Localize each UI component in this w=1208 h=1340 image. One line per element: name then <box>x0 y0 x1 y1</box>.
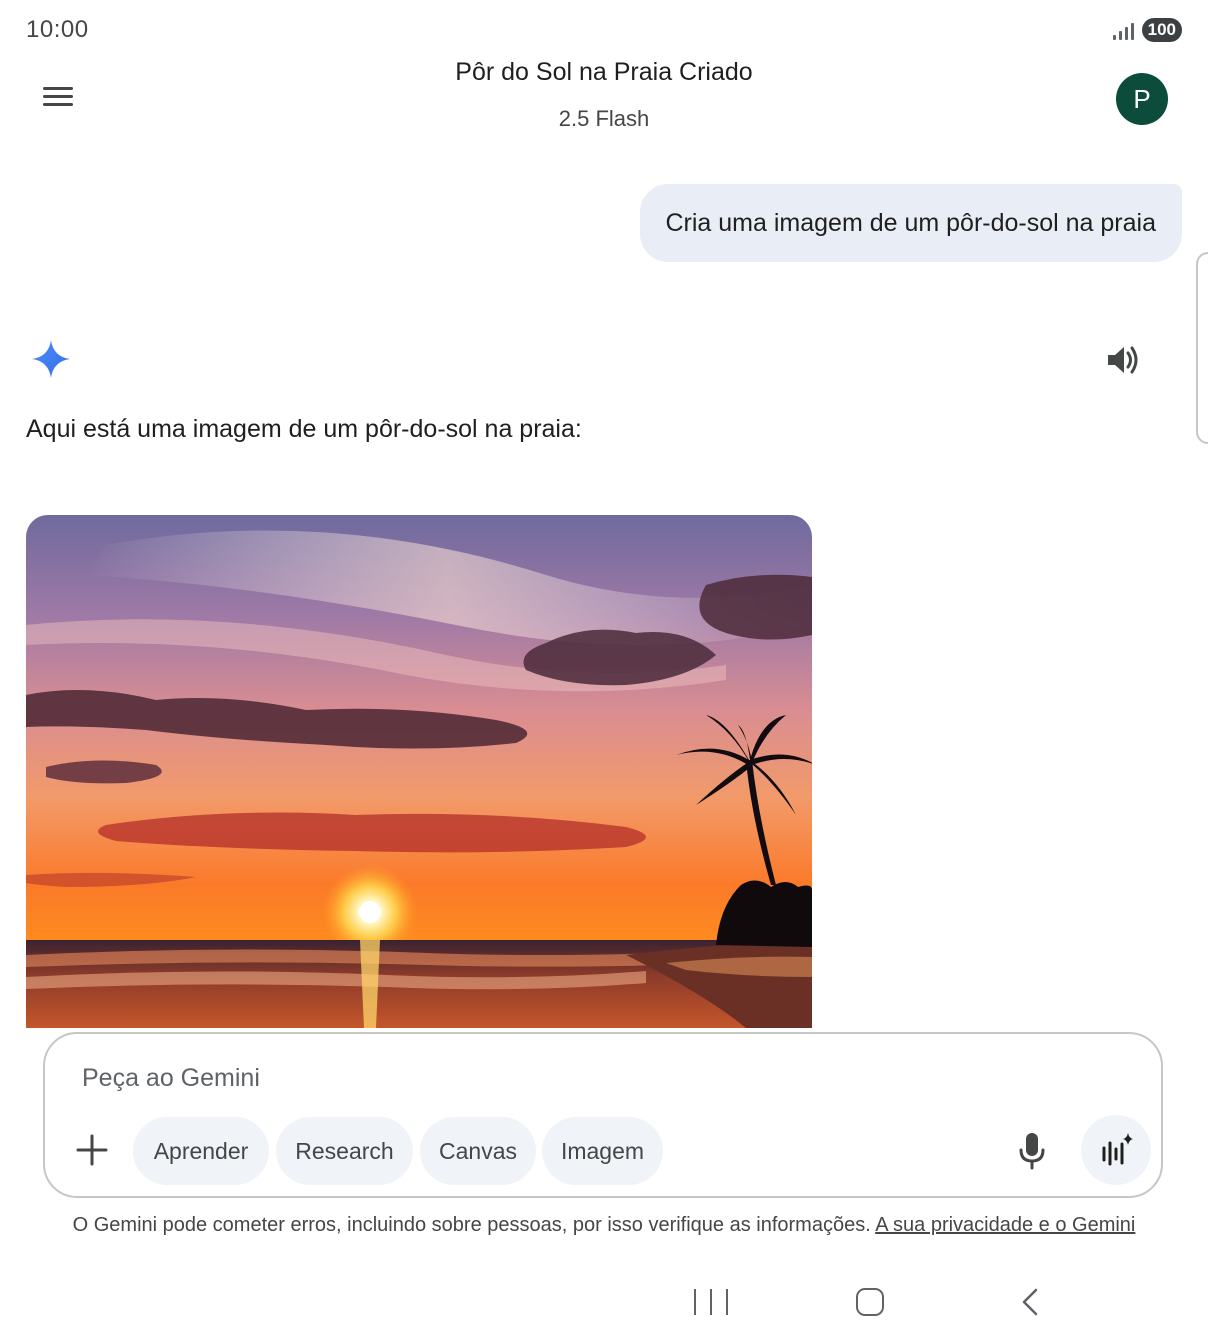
chip-canvas[interactable]: Canvas <box>420 1117 536 1185</box>
microphone-icon[interactable] <box>1013 1128 1051 1174</box>
prompt-input[interactable]: Peça ao Gemini <box>82 1064 260 1093</box>
disclaimer: O Gemini pode cometer erros, incluindo s… <box>0 1214 1208 1237</box>
signal-icon <box>1112 20 1134 40</box>
back-icon[interactable] <box>1016 1286 1046 1318</box>
chip-imagem[interactable]: Imagem <box>542 1117 663 1185</box>
disclaimer-text: O Gemini pode cometer erros, incluindo s… <box>72 1214 876 1236</box>
live-button[interactable] <box>1081 1115 1151 1185</box>
privacy-link[interactable]: A sua privacidade e o Gemini <box>875 1214 1135 1236</box>
speaker-icon[interactable] <box>1102 340 1144 380</box>
chip-aprender[interactable]: Aprender <box>133 1117 269 1185</box>
beach-sunset-image[interactable] <box>26 515 812 1028</box>
gemini-sparkle-icon <box>32 340 70 378</box>
chip-research[interactable]: Research <box>276 1117 413 1185</box>
user-message-text: Cria uma imagem de um pôr-do-sol na prai… <box>665 208 1157 237</box>
scrollbar-handle[interactable] <box>1196 252 1208 444</box>
plus-icon[interactable] <box>70 1128 114 1172</box>
chat-title: Pôr do Sol na Praia Criado <box>455 58 753 86</box>
status-indicators: 100 <box>1112 18 1182 42</box>
model-selector[interactable]: 2.5 Flash <box>0 106 1208 132</box>
home-icon[interactable] <box>856 1288 884 1316</box>
recent-apps-icon[interactable] <box>694 1286 728 1318</box>
battery-badge: 100 <box>1141 18 1182 42</box>
response-text: Aqui está uma imagem de um pôr-do-sol na… <box>26 415 582 443</box>
live-icon <box>1102 1133 1133 1166</box>
avatar[interactable]: P <box>1116 73 1168 125</box>
user-message-bubble[interactable]: Cria uma imagem de um pôr-do-sol na prai… <box>639 184 1182 262</box>
status-time: 10:00 <box>26 16 89 43</box>
